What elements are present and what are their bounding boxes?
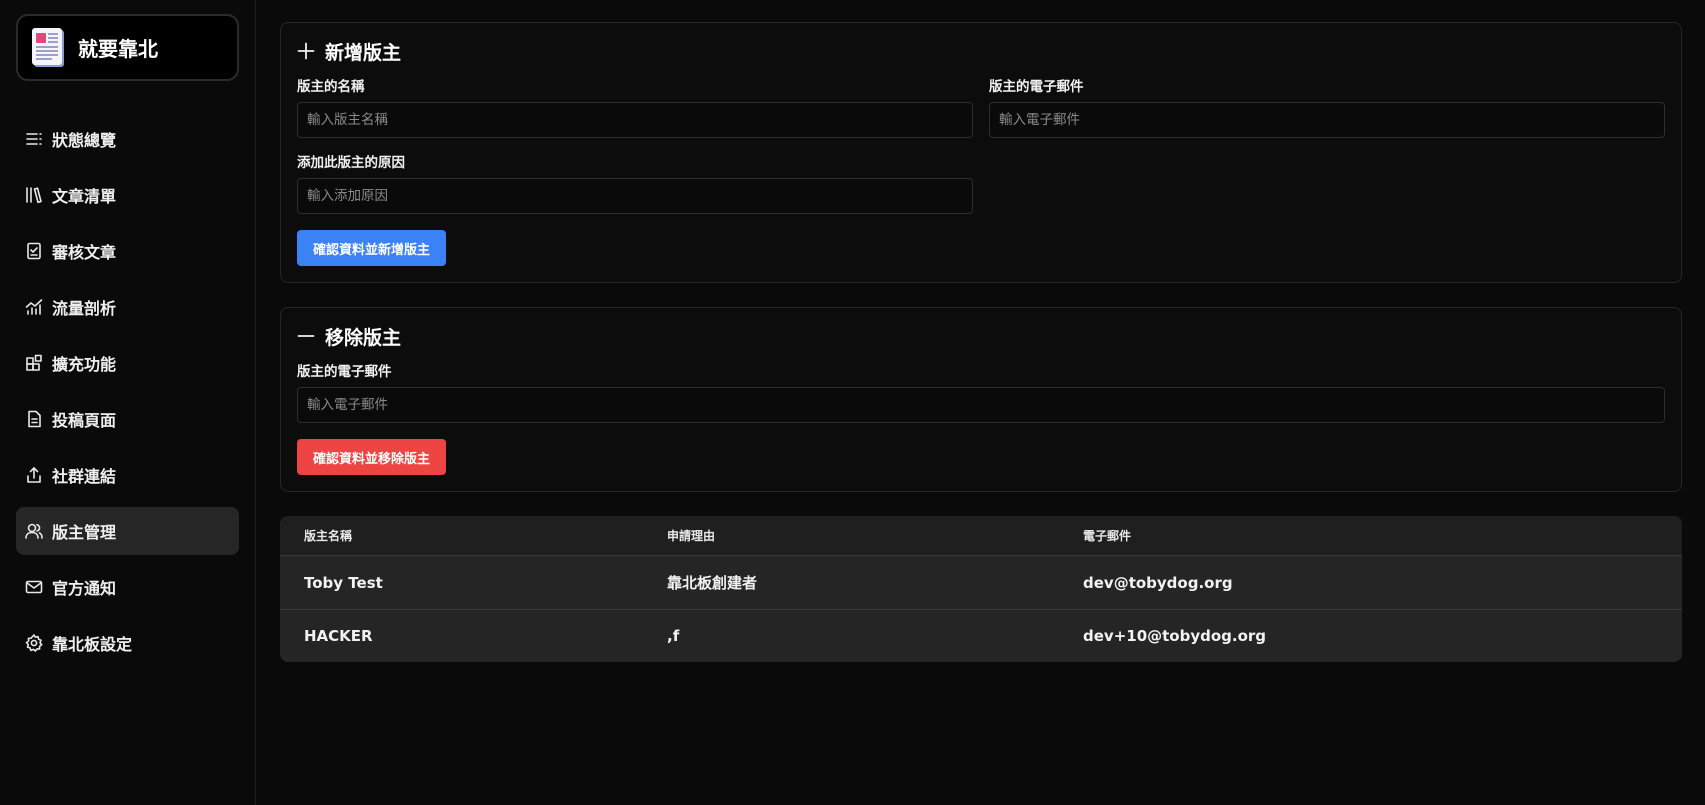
- sidebar-item-social[interactable]: 社群連結: [16, 451, 239, 499]
- sidebar-item-label: 官方通知: [52, 579, 117, 598]
- sidebar-item-review[interactable]: 審核文章: [16, 227, 239, 275]
- blocks-icon: [24, 353, 44, 373]
- sidebar-nav: 狀態總覽 文章清單 審核文章 流量剖析 擴充功能 投稿頁面 社群連結 版主管理 …: [16, 115, 239, 667]
- main-content: 新增版主 版主的名稱 版主的電子郵件 添加此版主的原因 確認資料並新增版主: [256, 0, 1705, 805]
- column-header-reason: 申請理由: [667, 529, 716, 543]
- sidebar-item-label: 審核文章: [52, 243, 117, 262]
- moderator-reason-label: 添加此版主的原因: [297, 155, 405, 171]
- remove-moderator-card: 移除版主 版主的電子郵件 確認資料並移除版主: [280, 307, 1682, 492]
- sidebar-item-settings[interactable]: 靠北板設定: [16, 619, 239, 667]
- add-moderator-title-text: 新增版主: [325, 41, 402, 64]
- remove-moderator-title-text: 移除版主: [325, 326, 402, 349]
- chart-icon: [24, 297, 44, 317]
- remove-email-field: 版主的電子郵件: [297, 360, 1665, 423]
- column-header-name: 版主名稱: [304, 529, 353, 543]
- remove-email-label: 版主的電子郵件: [297, 364, 392, 380]
- cell-email: dev+10@tobydog.org: [1083, 627, 1267, 645]
- sidebar: 就要靠北 狀態總覽 文章清單 審核文章 流量剖析 擴充功能 投稿頁面 社群連結 …: [0, 0, 256, 805]
- sidebar-item-moderators[interactable]: 版主管理: [16, 507, 239, 555]
- cell-reason: 靠北板創建者: [667, 574, 758, 592]
- cell-name: HACKER: [304, 627, 373, 645]
- sidebar-item-label: 流量剖析: [52, 299, 117, 318]
- column-header-email: 電子郵件: [1083, 529, 1132, 543]
- sidebar-item-label: 靠北板設定: [52, 635, 133, 654]
- list-icon: [24, 129, 44, 149]
- moderator-reason-field: 添加此版主的原因: [297, 151, 973, 214]
- add-moderator-button[interactable]: 確認資料並新增版主: [297, 230, 447, 266]
- remove-moderator-title: 移除版主: [297, 325, 1665, 349]
- brand[interactable]: 就要靠北: [16, 14, 239, 81]
- cell-email: dev@tobydog.org: [1083, 573, 1233, 592]
- moderator-name-label: 版主的名稱: [297, 79, 365, 95]
- moderator-email-input[interactable]: [989, 102, 1665, 138]
- add-moderator-title: 新增版主: [297, 40, 1665, 64]
- newspaper-logo-icon: [30, 27, 68, 69]
- table-row[interactable]: HACKER ,f dev+10@tobydog.org: [280, 609, 1682, 662]
- moderator-email-field: 版主的電子郵件: [989, 75, 1665, 138]
- sidebar-item-label: 投稿頁面: [52, 411, 117, 430]
- gear-icon: [24, 633, 44, 653]
- minus-icon: [297, 327, 315, 345]
- cell-name: Toby Test: [304, 573, 383, 592]
- sidebar-item-label: 擴充功能: [52, 355, 117, 374]
- sidebar-item-label: 社群連結: [52, 467, 117, 486]
- sidebar-item-submit-page[interactable]: 投稿頁面: [16, 395, 239, 443]
- remove-email-input[interactable]: [297, 387, 1665, 423]
- sidebar-item-label: 文章清單: [52, 187, 117, 206]
- file-text-icon: [24, 409, 44, 429]
- mail-icon: [24, 577, 44, 597]
- library-icon: [24, 185, 44, 205]
- moderator-email-label: 版主的電子郵件: [989, 79, 1084, 95]
- app-root: 就要靠北 狀態總覽 文章清單 審核文章 流量剖析 擴充功能 投稿頁面 社群連結 …: [0, 0, 1705, 805]
- brand-name: 就要靠北: [78, 37, 158, 61]
- clipboard-check-icon: [24, 241, 44, 261]
- moderators-table: 版主名稱 申請理由 電子郵件 Toby Test 靠北板創建者 dev@toby…: [280, 516, 1682, 662]
- sidebar-item-posts[interactable]: 文章清單: [16, 171, 239, 219]
- sidebar-item-label: 版主管理: [52, 523, 117, 542]
- users-icon: [24, 521, 44, 541]
- share-icon: [24, 465, 44, 485]
- moderator-name-input[interactable]: [297, 102, 973, 138]
- table-header: 版主名稱 申請理由 電子郵件: [280, 516, 1682, 556]
- table-row[interactable]: Toby Test 靠北板創建者 dev@tobydog.org: [280, 556, 1682, 609]
- sidebar-item-overview[interactable]: 狀態總覽: [16, 115, 239, 163]
- remove-moderator-button[interactable]: 確認資料並移除版主: [297, 439, 447, 475]
- sidebar-item-label: 狀態總覽: [52, 131, 117, 150]
- cell-reason: ,f: [667, 627, 680, 645]
- add-moderator-card: 新增版主 版主的名稱 版主的電子郵件 添加此版主的原因 確認資料並新增版主: [280, 22, 1682, 283]
- sidebar-item-notifications[interactable]: 官方通知: [16, 563, 239, 611]
- plus-icon: [297, 42, 315, 60]
- moderator-reason-input[interactable]: [297, 178, 973, 214]
- sidebar-item-extensions[interactable]: 擴充功能: [16, 339, 239, 387]
- sidebar-item-analytics[interactable]: 流量剖析: [16, 283, 239, 331]
- moderator-name-field: 版主的名稱: [297, 75, 973, 138]
